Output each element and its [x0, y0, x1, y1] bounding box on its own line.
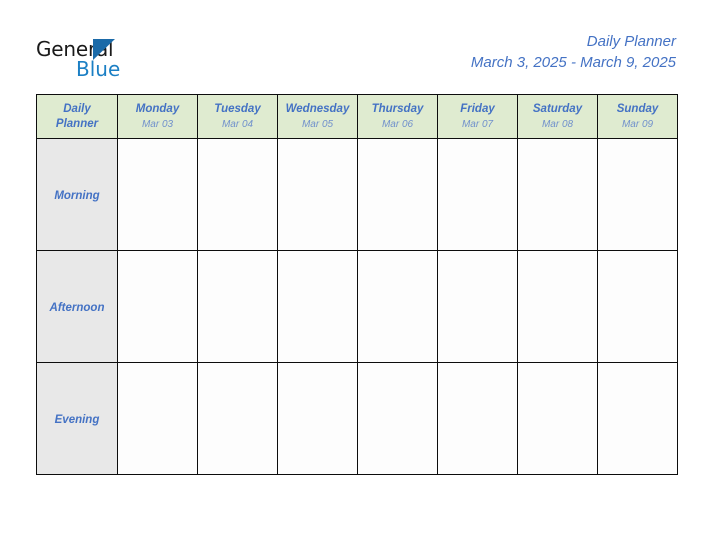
slot-morning-sunday[interactable]	[597, 138, 678, 251]
slot-afternoon-tuesday[interactable]	[197, 250, 278, 363]
slot-afternoon-saturday[interactable]	[517, 250, 598, 363]
slot-morning-saturday[interactable]	[517, 138, 598, 251]
day-date: Mar 09	[621, 118, 654, 130]
page-header: General Blue Daily Planner March 3, 2025…	[0, 0, 712, 94]
day-header-friday: Friday Mar 07	[437, 94, 518, 139]
day-date: Mar 04	[221, 118, 254, 130]
slot-morning-monday[interactable]	[117, 138, 198, 251]
row-label-morning: Morning	[36, 138, 118, 251]
day-date: Mar 08	[541, 118, 574, 130]
date-range: March 3, 2025 - March 9, 2025	[470, 54, 676, 71]
day-name: Tuesday	[214, 102, 261, 115]
row-label-text: Morning	[54, 189, 100, 202]
planner-corner-cell: Daily Planner	[36, 94, 118, 139]
planner-row-morning: Morning	[36, 138, 678, 251]
row-label-text: Afternoon	[49, 301, 105, 314]
day-header-thursday: Thursday Mar 06	[357, 94, 438, 139]
planner-row-evening: Evening	[36, 362, 678, 475]
slot-afternoon-monday[interactable]	[117, 250, 198, 363]
slot-afternoon-wednesday[interactable]	[277, 250, 358, 363]
day-name: Wednesday	[285, 102, 350, 115]
planner-table: Daily Planner Monday Mar 03 Tuesday Mar …	[36, 94, 678, 475]
slot-evening-friday[interactable]	[437, 362, 518, 475]
slot-morning-thursday[interactable]	[357, 138, 438, 251]
brand-logo: General Blue	[36, 38, 156, 82]
slot-evening-saturday[interactable]	[517, 362, 598, 475]
day-name: Sunday	[616, 102, 659, 115]
slot-evening-monday[interactable]	[117, 362, 198, 475]
corner-line-1: Daily	[63, 102, 91, 115]
slot-evening-thursday[interactable]	[357, 362, 438, 475]
page-title: Daily Planner	[586, 33, 676, 50]
row-label-text: Evening	[54, 413, 100, 426]
day-header-saturday: Saturday Mar 08	[517, 94, 598, 139]
day-name: Saturday	[532, 102, 583, 115]
day-date: Mar 06	[381, 118, 414, 130]
corner-line-2: Planner	[55, 117, 99, 130]
planner-table-container: Daily Planner Monday Mar 03 Tuesday Mar …	[36, 94, 678, 475]
day-date: Mar 03	[141, 118, 174, 130]
slot-afternoon-thursday[interactable]	[357, 250, 438, 363]
slot-afternoon-sunday[interactable]	[597, 250, 678, 363]
planner-header-row: Daily Planner Monday Mar 03 Tuesday Mar …	[36, 94, 678, 139]
row-label-evening: Evening	[36, 362, 118, 475]
day-date: Mar 07	[461, 118, 494, 130]
day-header-wednesday: Wednesday Mar 05	[277, 94, 358, 139]
day-name: Monday	[135, 102, 180, 115]
day-header-sunday: Sunday Mar 09	[597, 94, 678, 139]
slot-morning-tuesday[interactable]	[197, 138, 278, 251]
day-name: Thursday	[371, 102, 424, 115]
slot-afternoon-friday[interactable]	[437, 250, 518, 363]
day-header-tuesday: Tuesday Mar 04	[197, 94, 278, 139]
slot-morning-friday[interactable]	[437, 138, 518, 251]
day-name: Friday	[460, 102, 495, 115]
row-label-afternoon: Afternoon	[36, 250, 118, 363]
day-date: Mar 05	[301, 118, 334, 130]
title-block: Daily Planner March 3, 2025 - March 9, 2…	[471, 32, 676, 74]
brand-name-blue: Blue	[76, 57, 121, 81]
slot-evening-wednesday[interactable]	[277, 362, 358, 475]
slot-evening-sunday[interactable]	[597, 362, 678, 475]
slot-evening-tuesday[interactable]	[197, 362, 278, 475]
day-header-monday: Monday Mar 03	[117, 94, 198, 139]
slot-morning-wednesday[interactable]	[277, 138, 358, 251]
planner-row-afternoon: Afternoon	[36, 250, 678, 363]
